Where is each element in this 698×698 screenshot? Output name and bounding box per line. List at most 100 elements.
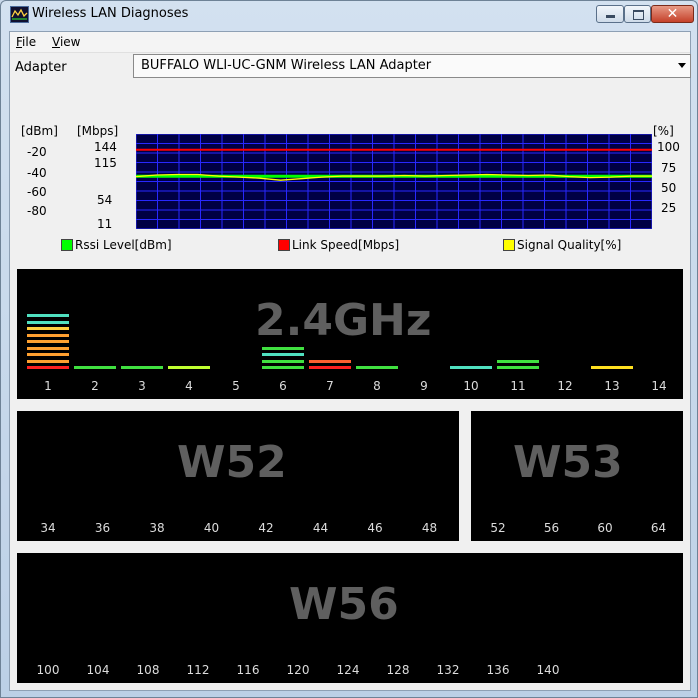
channel-label-14: 14 xyxy=(651,379,667,393)
channel-label-42: 42 xyxy=(258,521,274,535)
mbps-tick: 54 xyxy=(97,193,113,207)
band-panel-w52: W52 34 36 38 40 42 44 46 48 xyxy=(17,411,459,541)
channel-label-1: 1 xyxy=(44,379,52,393)
channel-label-36: 36 xyxy=(94,521,111,535)
channel-label-13: 13 xyxy=(604,379,620,393)
chevron-down-icon xyxy=(678,63,686,68)
mbps-tick: 11 xyxy=(97,217,113,231)
channel-label-48: 48 xyxy=(421,521,438,535)
pct-tick: 75 xyxy=(661,161,677,175)
channel-signal-bar xyxy=(309,366,351,369)
title-bar[interactable]: Wireless LAN Diagnoses ✕ xyxy=(1,1,697,27)
channel-label-128: 128 xyxy=(386,663,410,677)
channel-signal-bar xyxy=(27,327,69,330)
channel-label-40: 40 xyxy=(203,521,220,535)
legend-label-link: Link Speed[Mbps] xyxy=(292,238,400,252)
mbps-tick: 115 xyxy=(94,156,117,170)
channel-label-108: 108 xyxy=(136,663,160,677)
window-title: Wireless LAN Diagnoses xyxy=(32,6,189,21)
channel-signal-bar xyxy=(262,366,304,369)
minimize-button[interactable] xyxy=(596,5,624,23)
channel-label-104: 104 xyxy=(86,663,110,677)
channel-label-52: 52 xyxy=(490,521,506,535)
channel-signal-bar xyxy=(27,320,69,324)
dbm-axis-header: [dBm] xyxy=(21,124,58,138)
channel-signal-bar xyxy=(27,346,69,350)
channel-signal-bar xyxy=(262,353,304,356)
close-icon: ✕ xyxy=(666,6,679,22)
minimize-icon xyxy=(597,6,623,22)
channel-label-10: 10 xyxy=(463,379,479,393)
channel-signal-bar xyxy=(450,366,492,369)
channel-label-46: 46 xyxy=(367,521,383,535)
channel-label-140: 140 xyxy=(536,663,560,677)
channel-label-5: 5 xyxy=(232,379,240,393)
channel-signal-bar xyxy=(168,366,210,369)
adapter-label: Adapter xyxy=(15,60,67,75)
legend-swatch-link xyxy=(278,239,290,251)
maximize-button[interactable] xyxy=(624,5,651,23)
menu-bar: File View xyxy=(10,32,690,53)
channel-label-6: 6 xyxy=(279,379,287,393)
menu-view-mnemonic: V xyxy=(52,35,60,49)
channel-label-56: 56 xyxy=(543,521,560,535)
channel-label-112: 112 xyxy=(186,663,210,677)
channel-signal-bar xyxy=(74,366,116,369)
pct-axis-header: [%] xyxy=(653,124,674,138)
band-title-w53: W53 xyxy=(513,437,623,488)
menu-view[interactable]: View xyxy=(52,35,80,49)
channel-label-2: 2 xyxy=(91,379,99,393)
mbps-axis-header: [Mbps] xyxy=(77,124,119,138)
channel-signal-bar xyxy=(262,346,304,350)
channel-label-136: 136 xyxy=(486,663,510,677)
channel-signal-bar xyxy=(27,353,69,356)
adapter-select[interactable]: BUFFALO WLI-UC-GNM Wireless LAN Adapter xyxy=(133,54,691,78)
menu-file-label: ile xyxy=(22,35,37,49)
channel-label-12: 12 xyxy=(557,379,573,393)
menu-file[interactable]: File xyxy=(16,35,36,49)
channel-label-100: 100 xyxy=(36,663,60,677)
channel-label-60: 60 xyxy=(597,521,613,535)
close-button[interactable]: ✕ xyxy=(651,5,694,23)
pct-tick: 25 xyxy=(661,201,677,215)
channel-label-9: 9 xyxy=(420,379,428,393)
band-panel-w56: W56 100 104 108 112 116 120 124 128 132 136 140 xyxy=(17,553,683,683)
legend-swatch-rssi xyxy=(61,239,73,251)
channel-label-120: 120 xyxy=(286,663,310,677)
dbm-tick: -40 xyxy=(27,166,47,180)
channel-label-116: 116 xyxy=(236,663,260,677)
band-panel-2-4ghz: 2.4GHz 1 2 3 4 5 6 7 8 9 10 11 12 13 14 xyxy=(17,269,683,399)
legend-label-quality: Signal Quality[%] xyxy=(517,238,622,252)
channel-signal-bar xyxy=(27,314,69,317)
channel-signal-bar xyxy=(497,366,539,369)
channel-label-7: 7 xyxy=(326,379,334,393)
dbm-tick: -60 xyxy=(27,185,47,199)
channel-signal-bar xyxy=(27,366,69,369)
channel-signal-bar xyxy=(27,333,69,337)
band-title-2-4ghz: 2.4GHz xyxy=(255,295,432,346)
legend-swatch-quality xyxy=(503,239,515,251)
legend-label-rssi: Rssi Level[dBm] xyxy=(75,238,172,252)
channel-label-64: 64 xyxy=(650,521,667,535)
channel-label-34: 34 xyxy=(40,521,56,535)
channel-label-132: 132 xyxy=(436,663,460,677)
channel-signal-bar xyxy=(27,359,69,363)
channel-label-11: 11 xyxy=(510,379,526,393)
band-title-w52: W52 xyxy=(177,437,287,488)
dbm-tick: -80 xyxy=(27,204,47,218)
channel-label-8: 8 xyxy=(373,379,381,393)
channel-signal-bar xyxy=(591,366,633,369)
app-icon xyxy=(10,6,29,23)
pct-tick: 50 xyxy=(661,181,677,195)
channel-signal-bar xyxy=(356,366,398,369)
channel-label-44: 44 xyxy=(312,521,329,535)
channel-signal-bar xyxy=(121,366,163,369)
band-panel-w53: W53 52 56 60 64 xyxy=(471,411,683,541)
pct-tick: 100 xyxy=(657,140,680,154)
band-title-w56: W56 xyxy=(289,579,399,630)
maximize-icon xyxy=(625,6,650,22)
signal-history-graph xyxy=(136,134,652,229)
adapter-value: BUFFALO WLI-UC-GNM Wireless LAN Adapter xyxy=(141,58,432,73)
dbm-tick: -20 xyxy=(27,145,47,159)
channel-label-3: 3 xyxy=(138,379,146,393)
